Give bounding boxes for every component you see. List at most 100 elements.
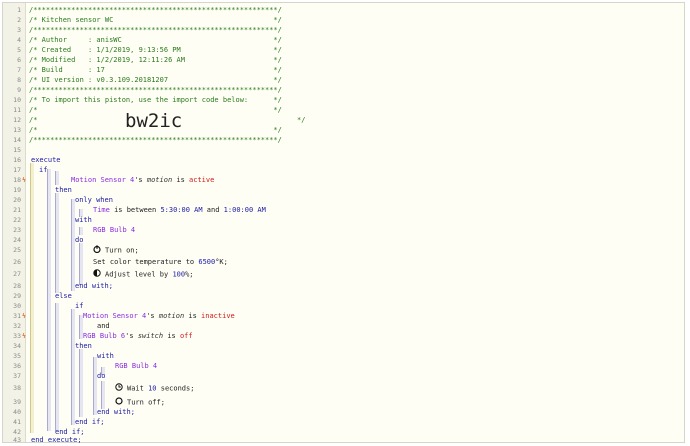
line-number: 33 — [13, 332, 21, 340]
keyword-end-with[interactable]: end with; — [75, 281, 113, 291]
line-number: 32 — [13, 322, 21, 330]
power-icon — [93, 245, 101, 256]
keyword-if-2[interactable]: if — [75, 301, 83, 311]
line-number: 21 — [13, 206, 21, 214]
comment-line: /* Created : 1/1/2019, 9:13:56 PM */ — [29, 46, 282, 54]
line-number: 23 — [13, 226, 21, 234]
line-number: 14 — [13, 136, 21, 144]
attribute-motion: motion — [146, 176, 173, 184]
action-label: Turn on; — [105, 246, 139, 255]
keyword-with-2[interactable]: with — [97, 351, 114, 361]
action-label: Adjust level by — [105, 270, 173, 279]
else-block-bar — [55, 303, 59, 431]
action-set-color-temperature[interactable]: Set color temperature to 6500°K; — [93, 257, 228, 267]
then2-block-bar — [79, 349, 83, 417]
action-turn-off[interactable]: Turn off; — [115, 397, 165, 407]
operator-between: is between — [109, 206, 161, 214]
keyword-end-if-inner[interactable]: end if; — [75, 417, 105, 427]
do-block-bar — [79, 243, 83, 285]
color-temperature-value: 6500 — [198, 258, 216, 266]
line-number-gutter: 1 2 3 4 5 6 7 8 9 10 11 12 13 14 15 16 17 18 19 20 21 22 23 24 2… — [3, 3, 26, 444]
keyword-else[interactable]: else — [55, 291, 72, 301]
comment-line: /***************************************… — [29, 26, 282, 34]
line-number: 18 — [13, 176, 21, 184]
condition-motion-active[interactable]: Motion Sensor 4's motion is active — [71, 175, 214, 185]
device-rgb-bulb-4[interactable]: RGB Bulb 4 — [115, 361, 157, 371]
do2-block-bar — [101, 381, 105, 409]
operator-and[interactable]: and — [97, 321, 110, 331]
line-number: 31 — [13, 312, 21, 320]
line-number: 24 — [13, 236, 21, 244]
line-number: 1 — [17, 6, 21, 14]
keyword-do-2[interactable]: do — [97, 371, 105, 381]
line-number: 28 — [13, 282, 21, 290]
comment-line: /* Kitchen sensor WC */ — [29, 16, 282, 24]
possessive: 's — [134, 176, 147, 184]
line-number: 26 — [13, 258, 21, 266]
device-motion-sensor-4[interactable]: Motion Sensor 4 — [71, 176, 134, 184]
only-when-bar — [71, 199, 75, 291]
brightness-icon — [93, 269, 101, 280]
line-number: 12 — [13, 116, 21, 124]
comment-line: /* Author : anisWC */ — [29, 36, 282, 44]
line-number: 3 — [17, 26, 21, 34]
line-number: 5 — [17, 46, 21, 54]
action-adjust-level[interactable]: Adjust level by 100%; — [93, 269, 194, 279]
comment-line: /***************************************… — [29, 86, 282, 94]
keyword-end-with-2[interactable]: end with; — [97, 407, 135, 417]
code-area: /***************************************… — [29, 3, 684, 445]
keyword-only-when[interactable]: only when — [75, 195, 113, 205]
keyword-then[interactable]: then — [55, 185, 72, 195]
line-number: 7 — [17, 66, 21, 74]
line-number: 15 — [13, 146, 21, 154]
level-value: 100 — [172, 270, 186, 279]
device-rgb-bulb-4[interactable]: RGB Bulb 4 — [93, 225, 135, 235]
keyword-execute[interactable]: execute — [31, 155, 61, 165]
device-rgb-bulb-6[interactable]: RGB Bulb 6 — [83, 332, 125, 340]
keyword-with[interactable]: with — [75, 215, 92, 225]
keyword-then-2[interactable]: then — [75, 341, 92, 351]
line-number: 34 — [13, 342, 21, 350]
unit-label: seconds; — [156, 384, 195, 393]
line-number: 4 — [17, 36, 21, 44]
keyword-if[interactable]: if — [39, 165, 47, 175]
line-number: 43 — [13, 436, 21, 444]
line-number: 22 — [13, 216, 21, 224]
line-number: 39 — [13, 398, 21, 406]
line-number: 37 — [13, 372, 21, 380]
keyword-do[interactable]: do — [75, 235, 83, 245]
action-wait[interactable]: Wait 10 seconds; — [115, 383, 194, 393]
action-label: Set color temperature to — [93, 258, 199, 266]
line-number: 9 — [17, 86, 21, 94]
condition-time-between[interactable]: Time is between 5:30:00 AM and 1:00:00 A… — [93, 205, 266, 215]
line-number: 2 — [17, 16, 21, 24]
operator-is: is — [172, 176, 190, 184]
keyword-end-execute[interactable]: end execute; — [31, 435, 82, 445]
condition-rgb6-off[interactable]: RGB Bulb 6's switch is off — [83, 331, 193, 341]
comment-line: /* Modified : 1/2/2019, 12:11:26 AM */ — [29, 56, 282, 64]
action-turn-on[interactable]: Turn on; — [93, 245, 139, 255]
condition-bar — [55, 171, 59, 185]
line-number: 35 — [13, 352, 21, 360]
value-off: off — [179, 332, 193, 340]
operator-is: is — [184, 312, 202, 320]
line-number: 19 — [13, 186, 21, 194]
line-number: 40 — [13, 408, 21, 416]
if2-block-bar — [71, 309, 75, 425]
clock-icon — [115, 383, 123, 394]
comment-line: */ — [297, 116, 306, 124]
line-number: 30 — [13, 302, 21, 310]
action-label: Wait — [127, 384, 149, 393]
line-number: 25 — [13, 246, 21, 254]
operator-is: is — [163, 332, 180, 340]
wait-value: 10 — [148, 384, 157, 393]
line-number: 6 — [17, 56, 21, 64]
line-number: 11 — [13, 106, 21, 114]
condition-motion-inactive[interactable]: Motion Sensor 4's motion is inactive — [83, 311, 235, 321]
line-number: 13 — [13, 126, 21, 134]
comment-line: /* To import this piston, use the import… — [29, 96, 282, 104]
device-motion-sensor-4[interactable]: Motion Sensor 4 — [83, 312, 146, 320]
comment-line: /* — [29, 116, 38, 124]
unit-label: °K; — [215, 258, 228, 266]
time-start: 5:30:00 AM — [160, 206, 203, 214]
